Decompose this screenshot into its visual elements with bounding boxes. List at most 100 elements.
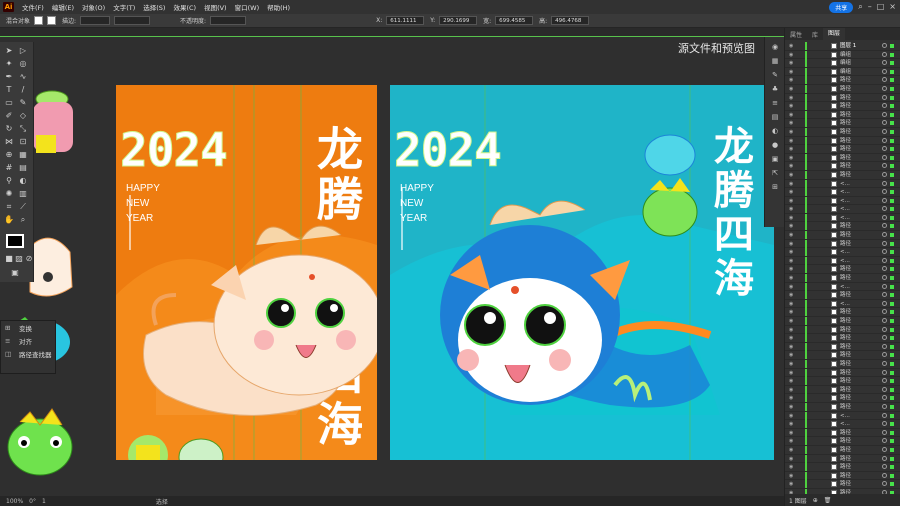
layer-row[interactable]: ◉ 路径 bbox=[785, 136, 900, 146]
visibility-eye-icon[interactable]: ◉ bbox=[789, 429, 793, 437]
visibility-eye-icon[interactable]: ◉ bbox=[789, 394, 793, 402]
visibility-eye-icon[interactable]: ◉ bbox=[789, 360, 793, 368]
target-circle-icon[interactable] bbox=[882, 257, 887, 263]
color-panel-icon[interactable]: ◉ bbox=[770, 42, 780, 52]
layer-row[interactable]: ◉ <... bbox=[785, 282, 900, 292]
target-circle-icon[interactable] bbox=[882, 386, 887, 392]
line-tool-icon[interactable]: / bbox=[18, 85, 28, 95]
visibility-eye-icon[interactable]: ◉ bbox=[789, 171, 793, 179]
direct-selection-tool-icon[interactable]: ▷ bbox=[18, 46, 28, 56]
column-graph-tool-icon[interactable]: ▥ bbox=[18, 189, 28, 199]
layer-row[interactable]: ◉ 路径 bbox=[785, 291, 900, 300]
menu-window[interactable]: 窗口(W) bbox=[235, 2, 260, 12]
layer-row[interactable]: ◉ <... bbox=[785, 256, 900, 266]
shaper-tool-icon[interactable]: ✐ bbox=[4, 111, 14, 121]
layer-row[interactable]: ◉ <... bbox=[785, 196, 900, 206]
layer-row[interactable]: ◉ 路径 bbox=[785, 239, 900, 249]
target-circle-icon[interactable] bbox=[882, 171, 887, 177]
visibility-eye-icon[interactable]: ◉ bbox=[789, 154, 793, 162]
target-circle-icon[interactable] bbox=[882, 103, 887, 109]
layer-row[interactable]: ◉ 路径 bbox=[785, 377, 900, 386]
layer-row[interactable]: ◉ <... bbox=[785, 299, 900, 309]
layer-row[interactable]: ◉ 路径 bbox=[785, 385, 900, 395]
width-field[interactable]: 699.4585 bbox=[495, 16, 534, 25]
layer-row[interactable]: ◉ 路径 bbox=[785, 463, 900, 472]
delete-layer-icon[interactable]: 🗑 bbox=[824, 497, 832, 504]
x-field[interactable]: 611.1111 bbox=[386, 16, 425, 25]
layer-row[interactable]: ◉ 路径 bbox=[785, 334, 900, 343]
mesh-tool-icon[interactable]: # bbox=[4, 163, 14, 173]
visibility-eye-icon[interactable]: ◉ bbox=[789, 283, 793, 291]
layer-row[interactable]: ◉ 路径 bbox=[785, 231, 900, 240]
layer-row[interactable]: ◉ 路径 bbox=[785, 153, 900, 163]
visibility-eye-icon[interactable]: ◉ bbox=[789, 180, 793, 188]
visibility-eye-icon[interactable]: ◉ bbox=[789, 128, 793, 136]
menu-help[interactable]: 帮助(H) bbox=[267, 2, 290, 12]
tab-properties[interactable]: 属性 bbox=[785, 30, 807, 39]
target-circle-icon[interactable] bbox=[882, 60, 887, 66]
layer-row[interactable]: ◉ 路径 bbox=[785, 274, 900, 283]
menu-edit[interactable]: 编辑(E) bbox=[52, 2, 74, 12]
layer-row[interactable]: ◉ <... bbox=[785, 179, 900, 189]
close-icon[interactable]: × bbox=[889, 1, 896, 13]
new-layer-icon[interactable]: ⊕ bbox=[813, 497, 818, 504]
visibility-eye-icon[interactable]: ◉ bbox=[789, 377, 793, 385]
selection-tool-icon[interactable]: ➤ bbox=[4, 46, 14, 56]
target-circle-icon[interactable] bbox=[882, 180, 887, 186]
layer-row[interactable]: ◉ 图层 1 bbox=[785, 42, 900, 51]
target-circle-icon[interactable] bbox=[882, 111, 887, 117]
tab-libraries[interactable]: 库 bbox=[807, 30, 823, 39]
layer-row[interactable]: ◉ 路径 bbox=[785, 145, 900, 154]
visibility-eye-icon[interactable]: ◉ bbox=[789, 326, 793, 334]
layer-row[interactable]: ◉ 编组 bbox=[785, 50, 900, 60]
target-circle-icon[interactable] bbox=[882, 266, 887, 272]
visibility-eye-icon[interactable]: ◉ bbox=[789, 265, 793, 273]
visibility-eye-icon[interactable]: ◉ bbox=[789, 68, 793, 76]
visibility-eye-icon[interactable]: ◉ bbox=[789, 386, 793, 394]
target-circle-icon[interactable] bbox=[882, 446, 887, 452]
target-circle-icon[interactable] bbox=[882, 68, 887, 74]
target-circle-icon[interactable] bbox=[882, 214, 887, 220]
layer-row[interactable]: ◉ 路径 bbox=[785, 265, 900, 275]
eyedropper-tool-icon[interactable]: ⚲ bbox=[4, 176, 14, 186]
visibility-eye-icon[interactable]: ◉ bbox=[789, 248, 793, 256]
menu-select[interactable]: 选择(S) bbox=[143, 2, 165, 12]
lasso-tool-icon[interactable]: ◎ bbox=[18, 59, 28, 69]
target-circle-icon[interactable] bbox=[882, 163, 887, 169]
target-circle-icon[interactable] bbox=[882, 464, 887, 470]
layer-row[interactable]: ◉ 路径 bbox=[785, 471, 900, 481]
target-circle-icon[interactable] bbox=[882, 223, 887, 229]
visibility-eye-icon[interactable]: ◉ bbox=[789, 59, 793, 67]
color-mode-icon[interactable]: ■ bbox=[4, 254, 14, 264]
artboard-right[interactable]: 2024 HAPPY NEW YEAR 龙腾四海 bbox=[390, 85, 774, 460]
target-circle-icon[interactable] bbox=[882, 154, 887, 160]
target-circle-icon[interactable] bbox=[882, 343, 887, 349]
visibility-eye-icon[interactable]: ◉ bbox=[789, 162, 793, 170]
layer-row[interactable]: ◉ 路径 bbox=[785, 445, 900, 455]
pathfinder-item[interactable]: ◫ 路径查找器 bbox=[1, 347, 55, 360]
visibility-eye-icon[interactable]: ◉ bbox=[789, 455, 793, 463]
visibility-eye-icon[interactable]: ◉ bbox=[789, 334, 793, 342]
menu-effect[interactable]: 效果(C) bbox=[173, 2, 196, 12]
target-circle-icon[interactable] bbox=[882, 472, 887, 478]
export-panel-icon[interactable]: ⇱ bbox=[770, 168, 780, 178]
y-field[interactable]: 290.1699 bbox=[439, 16, 478, 25]
brushes-panel-icon[interactable]: ✎ bbox=[770, 70, 780, 80]
menu-file[interactable]: 文件(F) bbox=[22, 2, 44, 12]
layer-row[interactable]: ◉ <... bbox=[785, 420, 900, 429]
rotation-angle[interactable]: 0° bbox=[29, 498, 36, 505]
visibility-eye-icon[interactable]: ◉ bbox=[789, 480, 793, 488]
target-circle-icon[interactable] bbox=[882, 77, 887, 83]
visibility-eye-icon[interactable]: ◉ bbox=[789, 137, 793, 145]
visibility-eye-icon[interactable]: ◉ bbox=[789, 42, 793, 50]
visibility-eye-icon[interactable]: ◉ bbox=[789, 437, 793, 445]
eraser-tool-icon[interactable]: ◇ bbox=[18, 111, 28, 121]
hand-tool-icon[interactable]: ✋ bbox=[4, 215, 14, 225]
artboard-number[interactable]: 1 bbox=[42, 498, 46, 505]
target-circle-icon[interactable] bbox=[882, 352, 887, 358]
visibility-eye-icon[interactable]: ◉ bbox=[789, 94, 793, 102]
none-mode-icon[interactable]: ⊘ bbox=[24, 254, 34, 264]
height-field[interactable]: 496.4768 bbox=[551, 16, 590, 25]
visibility-eye-icon[interactable]: ◉ bbox=[789, 119, 793, 127]
visibility-eye-icon[interactable]: ◉ bbox=[789, 472, 793, 480]
